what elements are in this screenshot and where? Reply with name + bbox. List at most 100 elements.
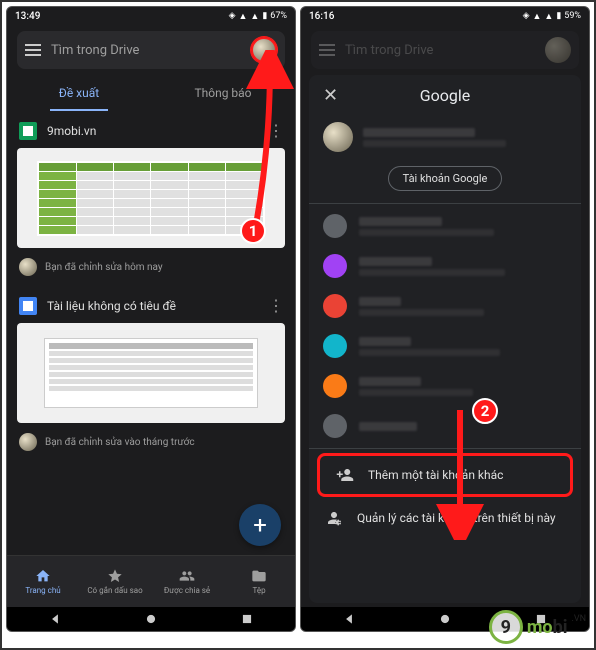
account-info-redacted <box>359 377 567 396</box>
file-header[interactable]: Tài liệu không có tiêu đề ⋮ <box>17 290 285 321</box>
bottom-nav: Trang chủ Có gắn dấu sao Được chia sẻ Tệ… <box>7 555 295 607</box>
phone-right-account-switcher: 16:16 ◈ ▲ ▲ ▮ 59% Tìm trong Drive ✕ Goog… <box>300 6 590 632</box>
search-bar-dimmed: Tìm trong Drive <box>311 31 579 69</box>
file-meta: Bạn đã chỉnh sửa vào tháng trước <box>17 427 285 465</box>
tabs: Đề xuất Thông báo <box>7 75 295 111</box>
editor-avatar-icon <box>19 433 37 451</box>
add-account-label: Thêm một tài khoản khác <box>368 468 503 482</box>
account-avatar-icon <box>323 374 347 398</box>
wifi-icon: ◈ <box>229 11 236 21</box>
account-info-redacted <box>359 422 567 431</box>
account-avatar-icon <box>323 214 347 238</box>
status-icons: ◈ ▲ ▲ ▮ 67% <box>229 11 287 22</box>
account-avatar[interactable] <box>251 37 277 63</box>
phone-left-drive-home: 13:49 ◈ ▲ ▲ ▮ 67% Tìm trong Drive Đề xuấ… <box>6 6 296 632</box>
star-icon <box>107 568 123 584</box>
google-account-button[interactable]: Tài khoản Google <box>388 166 503 191</box>
signal-icon: ▲ <box>532 11 541 22</box>
account-info-redacted <box>359 337 567 356</box>
more-icon[interactable]: ⋮ <box>268 296 283 315</box>
wifi-icon: ◈ <box>523 11 530 21</box>
file-title: Tài liệu không có tiêu đề <box>47 299 258 313</box>
account-row[interactable] <box>309 366 581 406</box>
account-row[interactable] <box>309 246 581 286</box>
divider <box>309 203 581 204</box>
status-time: 13:49 <box>15 11 40 22</box>
account-row[interactable] <box>309 406 581 446</box>
watermark-circle: 9 <box>489 610 523 644</box>
status-time: 16:16 <box>309 11 334 22</box>
annotation-badge-1: 1 <box>240 218 266 244</box>
search-placeholder: Tìm trong Drive <box>345 43 535 58</box>
watermark-vn: .VN <box>571 614 586 624</box>
search-bar[interactable]: Tìm trong Drive <box>17 31 285 69</box>
home-icon <box>35 568 51 584</box>
account-info-redacted <box>359 217 567 236</box>
doc-preview <box>44 338 258 408</box>
sheet-preview <box>37 161 265 236</box>
more-icon[interactable]: ⋮ <box>268 121 283 140</box>
account-row[interactable] <box>309 206 581 246</box>
file-title: 9mobi.vn <box>47 124 258 138</box>
back-icon[interactable] <box>342 612 356 626</box>
signal-icon: ▲ <box>238 11 247 22</box>
meta-text: Bạn đã chỉnh sửa hôm nay <box>45 262 163 273</box>
account-info-redacted <box>363 128 567 147</box>
search-placeholder: Tìm trong Drive <box>51 43 241 58</box>
battery-text: 67% <box>270 11 287 21</box>
recents-icon[interactable] <box>240 612 254 626</box>
account-info-redacted <box>359 297 567 316</box>
hamburger-icon <box>319 44 335 56</box>
tab-notifications[interactable]: Thông báo <box>151 75 295 111</box>
watermark-text: mobi <box>527 617 568 638</box>
home-icon[interactable] <box>438 612 452 626</box>
account-switcher-sheet: ✕ Google Tài khoản Google <box>309 75 581 603</box>
back-icon[interactable] <box>48 612 62 626</box>
nav-shared[interactable]: Được chia sẻ <box>151 556 223 607</box>
account-avatar-icon <box>323 414 347 438</box>
account-info-redacted <box>359 257 567 276</box>
account-avatar-icon <box>323 334 347 358</box>
battery-icon: ▮ <box>262 11 267 21</box>
nav-home[interactable]: Trang chủ <box>7 556 79 607</box>
avatar-icon <box>323 122 353 152</box>
battery-icon: ▮ <box>556 11 561 21</box>
watermark-9mobi: 9 mobi .VN <box>489 610 586 644</box>
nav-files[interactable]: Tệp <box>223 556 295 607</box>
file-meta: Bạn đã chỉnh sửa hôm nay <box>17 252 285 290</box>
divider <box>309 448 581 449</box>
hamburger-icon[interactable] <box>25 44 41 56</box>
signal-icon: ▲ <box>544 11 553 22</box>
nav-starred[interactable]: Có gắn dấu sao <box>79 556 151 607</box>
account-row[interactable] <box>309 286 581 326</box>
status-bar: 13:49 ◈ ▲ ▲ ▮ 67% <box>7 7 295 25</box>
account-row[interactable] <box>309 326 581 366</box>
account-avatar-icon <box>323 254 347 278</box>
battery-text: 59% <box>564 11 581 21</box>
manage-accounts-button[interactable]: Quản lý các tài khoản trên thiết bị này <box>309 499 581 537</box>
signal-icon: ▲ <box>250 11 259 22</box>
android-nav <box>7 607 295 631</box>
add-account-button[interactable]: Thêm một tài khoản khác <box>317 453 573 497</box>
person-add-icon <box>334 466 356 484</box>
close-icon[interactable]: ✕ <box>323 85 343 106</box>
status-icons: ◈ ▲ ▲ ▮ 59% <box>523 11 581 22</box>
account-avatar <box>545 37 571 63</box>
sheets-icon <box>19 122 37 140</box>
person-gear-icon <box>323 509 345 527</box>
docs-icon <box>19 297 37 315</box>
fab-add-button[interactable]: + <box>239 504 281 546</box>
people-icon <box>179 568 195 584</box>
file-thumbnail[interactable] <box>17 323 285 423</box>
sheet-title: Google <box>343 86 547 105</box>
current-account[interactable] <box>309 114 581 160</box>
annotation-badge-2: 2 <box>472 398 498 424</box>
home-icon[interactable] <box>144 612 158 626</box>
editor-avatar-icon <box>19 258 37 276</box>
meta-text: Bạn đã chỉnh sửa vào tháng trước <box>45 437 195 448</box>
folder-icon <box>251 568 267 584</box>
file-header[interactable]: 9mobi.vn ⋮ <box>17 115 285 146</box>
sheet-header: ✕ Google <box>309 85 581 114</box>
status-bar: 16:16 ◈ ▲ ▲ ▮ 59% <box>301 7 589 25</box>
tab-suggested[interactable]: Đề xuất <box>7 75 151 111</box>
